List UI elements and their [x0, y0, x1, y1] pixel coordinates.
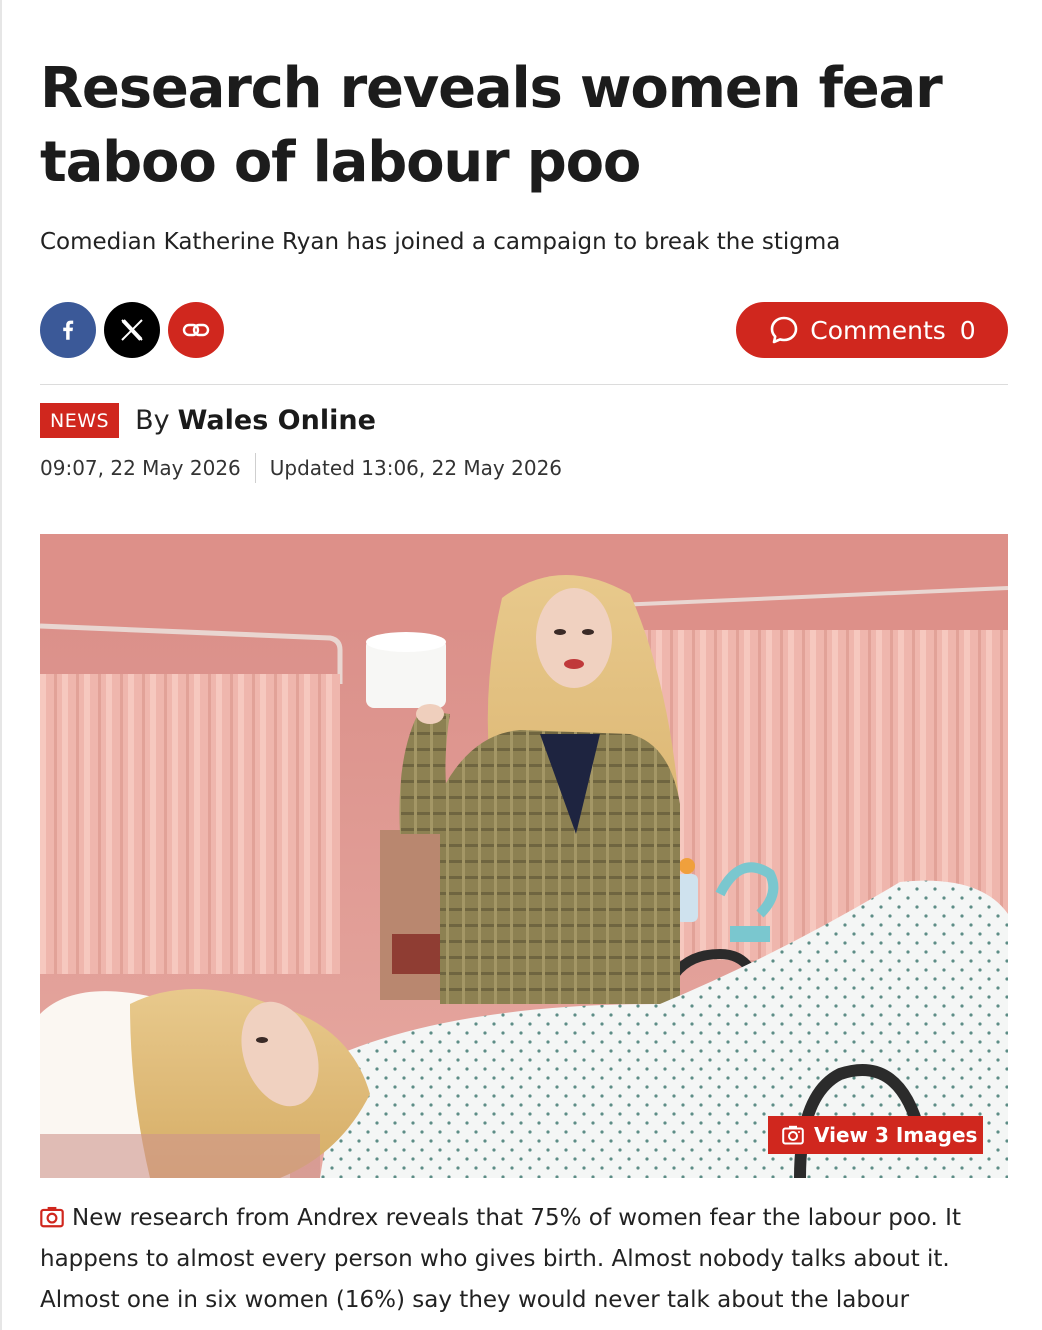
link-icon [182, 323, 210, 337]
hero-image[interactable] [40, 534, 1008, 1178]
facebook-icon [63, 320, 74, 340]
camera-icon [40, 1206, 64, 1228]
share-bar [40, 302, 224, 358]
hero-photo-illustration [40, 534, 1008, 1178]
view-images-label: View 3 Images [814, 1123, 978, 1147]
caption-text: New research from Andrex reveals that 75… [40, 1205, 961, 1313]
section-badge[interactable]: NEWS [40, 402, 120, 438]
article-headline: Research reveals women fear taboo of lab… [40, 56, 943, 195]
author-link[interactable]: Wales Online [178, 405, 376, 436]
article-dates: 09:07, 22 May 2026 Updated 13:06, 22 May… [40, 452, 562, 484]
x-icon [121, 319, 143, 341]
comments-count: 0 [959, 315, 976, 345]
comments-button[interactable]: Comments 0 [736, 302, 1008, 358]
article-standfirst: Comedian Katherine Ryan has joined a cam… [40, 229, 841, 255]
camera-icon [782, 1125, 804, 1145]
comments-label: Comments [810, 315, 946, 345]
page-edge-rule [0, 0, 2, 1330]
view-images-button[interactable]: View 3 Images [768, 1116, 983, 1154]
dates-separator [254, 453, 256, 483]
byline: NEWS By Wales Online [40, 400, 376, 440]
copy-link-button[interactable] [168, 302, 224, 358]
share-facebook-button[interactable] [40, 302, 96, 358]
updated-time: Updated 13:06, 22 May 2026 [269, 456, 563, 480]
share-x-button[interactable] [104, 302, 160, 358]
byline-prefix: By [135, 404, 170, 436]
comment-bubble-icon [770, 316, 798, 344]
image-caption: New research from Andrex reveals that 75… [40, 1198, 1012, 1321]
header-divider [40, 384, 1008, 385]
published-time: 09:07, 22 May 2026 [40, 456, 241, 480]
